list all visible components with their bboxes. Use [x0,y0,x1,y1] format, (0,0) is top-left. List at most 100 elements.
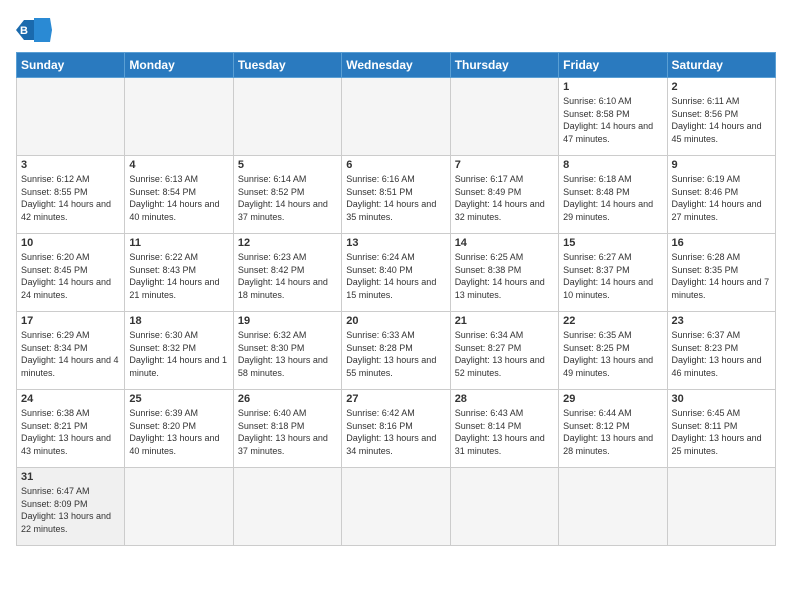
day-number: 6 [346,159,445,171]
calendar-cell: 18 Sunrise: 6:30 AM Sunset: 8:32 PM Dayli… [125,312,233,390]
day-info: Sunrise: 6:35 AM Sunset: 8:25 PM Dayligh… [563,329,662,379]
calendar-cell: 21 Sunrise: 6:34 AM Sunset: 8:27 PM Dayli… [450,312,558,390]
day-number: 26 [238,393,337,405]
day-number: 30 [672,393,771,405]
calendar-cell [450,78,558,156]
day-number: 3 [21,159,120,171]
calendar-cell: 2 Sunrise: 6:11 AM Sunset: 8:56 PM Daylig… [667,78,775,156]
calendar-cell: 25 Sunrise: 6:39 AM Sunset: 8:20 PM Dayli… [125,390,233,468]
day-number: 16 [672,237,771,249]
day-info: Sunrise: 6:19 AM Sunset: 8:46 PM Dayligh… [672,173,771,223]
day-info: Sunrise: 6:10 AM Sunset: 8:58 PM Dayligh… [563,95,662,145]
week-row-5: 24 Sunrise: 6:38 AM Sunset: 8:21 PM Dayli… [17,390,776,468]
day-number: 20 [346,315,445,327]
calendar-cell: 8Sunrise: 6:18 AM Sunset: 8:48 PM Daylig… [559,156,667,234]
day-number: 15 [563,237,662,249]
day-info: Sunrise: 6:17 AM Sunset: 8:49 PM Dayligh… [455,173,554,223]
calendar-cell: 16 Sunrise: 6:28 AM Sunset: 8:35 PM Dayli… [667,234,775,312]
calendar-cell: 31Sunrise: 6:47 AM Sunset: 8:09 PM Dayli… [17,468,125,546]
day-number: 5 [238,159,337,171]
calendar-cell [342,78,450,156]
day-info: Sunrise: 6:39 AM Sunset: 8:20 PM Dayligh… [129,407,228,457]
calendar-cell [125,78,233,156]
day-info: Sunrise: 6:34 AM Sunset: 8:27 PM Dayligh… [455,329,554,379]
day-number: 18 [129,315,228,327]
day-info: Sunrise: 6:43 AM Sunset: 8:14 PM Dayligh… [455,407,554,457]
calendar-cell [342,468,450,546]
day-number: 27 [346,393,445,405]
logo: B [16,16,56,44]
calendar-cell [450,468,558,546]
calendar-cell: 30 Sunrise: 6:45 AM Sunset: 8:11 PM Dayli… [667,390,775,468]
week-row-6: 31Sunrise: 6:47 AM Sunset: 8:09 PM Dayli… [17,468,776,546]
calendar-cell [233,78,341,156]
header-sunday: Sunday [17,53,125,78]
calendar-cell: 22 Sunrise: 6:35 AM Sunset: 8:25 PM Dayli… [559,312,667,390]
week-row-3: 10 Sunrise: 6:20 AM Sunset: 8:45 PM Dayli… [17,234,776,312]
calendar-cell: 4Sunrise: 6:13 AM Sunset: 8:54 PM Daylig… [125,156,233,234]
day-number: 24 [21,393,120,405]
day-number: 12 [238,237,337,249]
day-info: Sunrise: 6:29 AM Sunset: 8:34 PM Dayligh… [21,329,120,379]
day-info: Sunrise: 6:14 AM Sunset: 8:52 PM Dayligh… [238,173,337,223]
day-number: 10 [21,237,120,249]
day-number: 9 [672,159,771,171]
day-number: 29 [563,393,662,405]
day-info: Sunrise: 6:32 AM Sunset: 8:30 PM Dayligh… [238,329,337,379]
day-number: 4 [129,159,228,171]
day-number: 2 [672,81,771,93]
day-info: Sunrise: 6:44 AM Sunset: 8:12 PM Dayligh… [563,407,662,457]
calendar-cell: 20Sunrise: 6:33 AM Sunset: 8:28 PM Dayli… [342,312,450,390]
day-number: 23 [672,315,771,327]
header-saturday: Saturday [667,53,775,78]
day-info: Sunrise: 6:47 AM Sunset: 8:09 PM Dayligh… [21,485,120,535]
day-info: Sunrise: 6:45 AM Sunset: 8:11 PM Dayligh… [672,407,771,457]
day-number: 22 [563,315,662,327]
day-info: Sunrise: 6:27 AM Sunset: 8:37 PM Dayligh… [563,251,662,301]
day-number: 17 [21,315,120,327]
day-number: 11 [129,237,228,249]
day-info: Sunrise: 6:28 AM Sunset: 8:35 PM Dayligh… [672,251,771,301]
logo-icon: B [16,16,52,44]
day-info: Sunrise: 6:12 AM Sunset: 8:55 PM Dayligh… [21,173,120,223]
day-info: Sunrise: 6:25 AM Sunset: 8:38 PM Dayligh… [455,251,554,301]
day-number: 28 [455,393,554,405]
day-number: 13 [346,237,445,249]
header-wednesday: Wednesday [342,53,450,78]
calendar-cell: 19 Sunrise: 6:32 AM Sunset: 8:30 PM Dayli… [233,312,341,390]
day-info: Sunrise: 6:20 AM Sunset: 8:45 PM Dayligh… [21,251,120,301]
calendar-cell: 23Sunrise: 6:37 AM Sunset: 8:23 PM Dayli… [667,312,775,390]
calendar-cell: 7Sunrise: 6:17 AM Sunset: 8:49 PM Daylig… [450,156,558,234]
week-row-2: 3 Sunrise: 6:12 AM Sunset: 8:55 PM Daylig… [17,156,776,234]
calendar-cell: 12 Sunrise: 6:23 AM Sunset: 8:42 PM Dayli… [233,234,341,312]
header-thursday: Thursday [450,53,558,78]
calendar-cell: 17 Sunrise: 6:29 AM Sunset: 8:34 PM Dayli… [17,312,125,390]
day-info: Sunrise: 6:30 AM Sunset: 8:32 PM Dayligh… [129,329,228,379]
calendar-cell: 29 Sunrise: 6:44 AM Sunset: 8:12 PM Dayli… [559,390,667,468]
week-row-1: 1 Sunrise: 6:10 AM Sunset: 8:58 PM Daylig… [17,78,776,156]
calendar-cell: 10 Sunrise: 6:20 AM Sunset: 8:45 PM Dayli… [17,234,125,312]
svg-text:B: B [20,25,28,37]
day-number: 25 [129,393,228,405]
calendar-cell: 27 Sunrise: 6:42 AM Sunset: 8:16 PM Dayli… [342,390,450,468]
day-number: 1 [563,81,662,93]
day-info: Sunrise: 6:42 AM Sunset: 8:16 PM Dayligh… [346,407,445,457]
calendar-cell: 24 Sunrise: 6:38 AM Sunset: 8:21 PM Dayli… [17,390,125,468]
calendar-header: B [16,16,776,44]
day-info: Sunrise: 6:11 AM Sunset: 8:56 PM Dayligh… [672,95,771,145]
day-info: Sunrise: 6:38 AM Sunset: 8:21 PM Dayligh… [21,407,120,457]
calendar-cell [233,468,341,546]
calendar-cell [17,78,125,156]
header-friday: Friday [559,53,667,78]
day-info: Sunrise: 6:23 AM Sunset: 8:42 PM Dayligh… [238,251,337,301]
calendar-cell: 26Sunrise: 6:40 AM Sunset: 8:18 PM Dayli… [233,390,341,468]
calendar-cell: 6 Sunrise: 6:16 AM Sunset: 8:51 PM Daylig… [342,156,450,234]
day-info: Sunrise: 6:16 AM Sunset: 8:51 PM Dayligh… [346,173,445,223]
calendar-cell: 28 Sunrise: 6:43 AM Sunset: 8:14 PM Dayli… [450,390,558,468]
day-number: 21 [455,315,554,327]
week-row-4: 17 Sunrise: 6:29 AM Sunset: 8:34 PM Dayli… [17,312,776,390]
calendar-cell: 14 Sunrise: 6:25 AM Sunset: 8:38 PM Dayli… [450,234,558,312]
day-number: 19 [238,315,337,327]
day-number: 14 [455,237,554,249]
calendar-table: SundayMondayTuesdayWednesdayThursdayFrid… [16,52,776,546]
